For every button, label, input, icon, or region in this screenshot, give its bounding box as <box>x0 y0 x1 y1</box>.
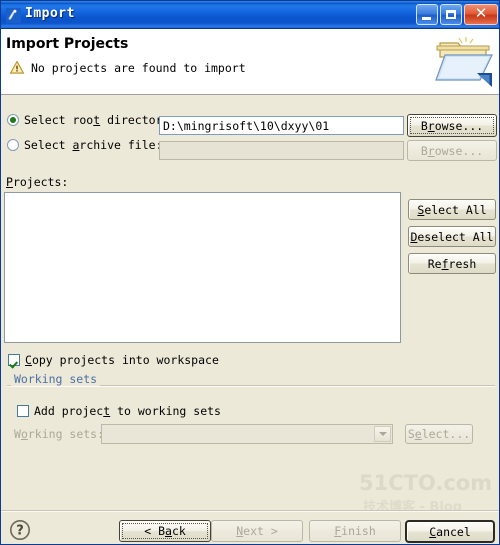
next-label: Next > <box>236 524 278 538</box>
window-title: Import <box>25 6 75 21</box>
import-wizard-dialog: Import ✕ Import Projects No projects are… <box>0 0 500 545</box>
checkbox-indicator-addws[interactable] <box>17 405 29 417</box>
working-sets-field-label: Working sets: <box>14 427 105 441</box>
archive-file-input[interactable] <box>159 141 404 160</box>
header-message-row: No projects are found to import <box>9 60 246 75</box>
deselect-all-label: Deselect All <box>410 229 494 244</box>
back-label: < Back <box>144 524 186 538</box>
page-title: Import Projects <box>6 36 129 52</box>
window-controls: ✕ <box>416 4 498 25</box>
maximize-button[interactable] <box>440 4 462 25</box>
chevron-down-icon[interactable] <box>374 426 391 442</box>
finish-button[interactable]: Finish <box>309 520 401 542</box>
header-message: No projects are found to import <box>31 60 246 75</box>
working-sets-group-border-highlight <box>7 386 495 387</box>
refresh-button[interactable]: Refresh <box>408 253 496 274</box>
browse-root-label: Browse... <box>420 118 484 133</box>
refresh-label: Refresh <box>427 256 477 271</box>
next-button[interactable]: Next > <box>211 520 303 542</box>
cancel-label: Cancel <box>429 524 471 539</box>
title-bar: Import ✕ <box>1 1 499 29</box>
deselect-all-button[interactable]: Deselect All <box>408 226 496 247</box>
minimize-button[interactable] <box>416 4 438 25</box>
select-working-sets-button[interactable]: Select... <box>405 424 473 444</box>
watermark-primary: 51CTO.com <box>359 471 493 495</box>
radio-indicator-root[interactable] <box>7 114 19 126</box>
radio-indicator-archive[interactable] <box>7 139 19 151</box>
warning-triangle-icon <box>9 60 25 74</box>
select-all-button[interactable]: Select All <box>408 199 496 220</box>
help-question-icon[interactable]: ? <box>9 519 31 541</box>
projects-label: Projects: <box>6 175 69 189</box>
copy-projects-checkbox[interactable]: Copy projects into workspace <box>8 353 219 367</box>
browse-archive-label: Browse... <box>420 143 484 158</box>
maximize-icon <box>446 10 456 19</box>
radio-label-text-root: Select root directory: <box>24 113 177 127</box>
select-working-sets-label: Select... <box>407 427 471 441</box>
back-button[interactable]: < Back <box>119 520 211 542</box>
import-wizard-icon <box>6 8 21 23</box>
select-root-directory-label[interactable]: Select root directory: <box>7 113 176 127</box>
select-all-label: Select All <box>417 202 487 217</box>
select-archive-file-radio[interactable]: Select archive file: <box>7 138 163 152</box>
browse-root-directory-button[interactable]: Browse... <box>407 114 497 137</box>
working-sets-combobox[interactable] <box>101 424 393 444</box>
root-directory-input[interactable]: D:\mingrisoft\10\dxyy\01 <box>159 116 404 135</box>
svg-text:?: ? <box>16 524 24 539</box>
working-sets-group-label: Working sets <box>11 372 101 386</box>
add-project-to-working-sets-checkbox[interactable]: Add project to working sets <box>17 404 221 418</box>
open-folder-icon <box>435 37 493 87</box>
radio-label-text-archive: Select archive file: <box>24 138 163 152</box>
close-icon: ✕ <box>474 4 488 22</box>
finish-label: Finish <box>334 524 376 538</box>
checkbox-indicator-copy[interactable] <box>8 354 20 366</box>
add-project-label: Add project to working sets <box>34 404 221 418</box>
close-button[interactable]: ✕ <box>464 4 498 25</box>
cancel-button[interactable]: Cancel <box>405 520 495 543</box>
wizard-header: Import Projects No projects are found to… <box>1 29 499 95</box>
select-root-directory-radio[interactable]: Select root directory: <box>7 113 176 127</box>
projects-list[interactable] <box>4 192 401 343</box>
copy-projects-label: Copy projects into workspace <box>25 353 219 367</box>
browse-archive-file-button[interactable]: Browse... <box>407 140 497 161</box>
select-archive-file-label[interactable]: Select archive file: <box>7 138 163 152</box>
minimize-icon <box>422 17 431 20</box>
